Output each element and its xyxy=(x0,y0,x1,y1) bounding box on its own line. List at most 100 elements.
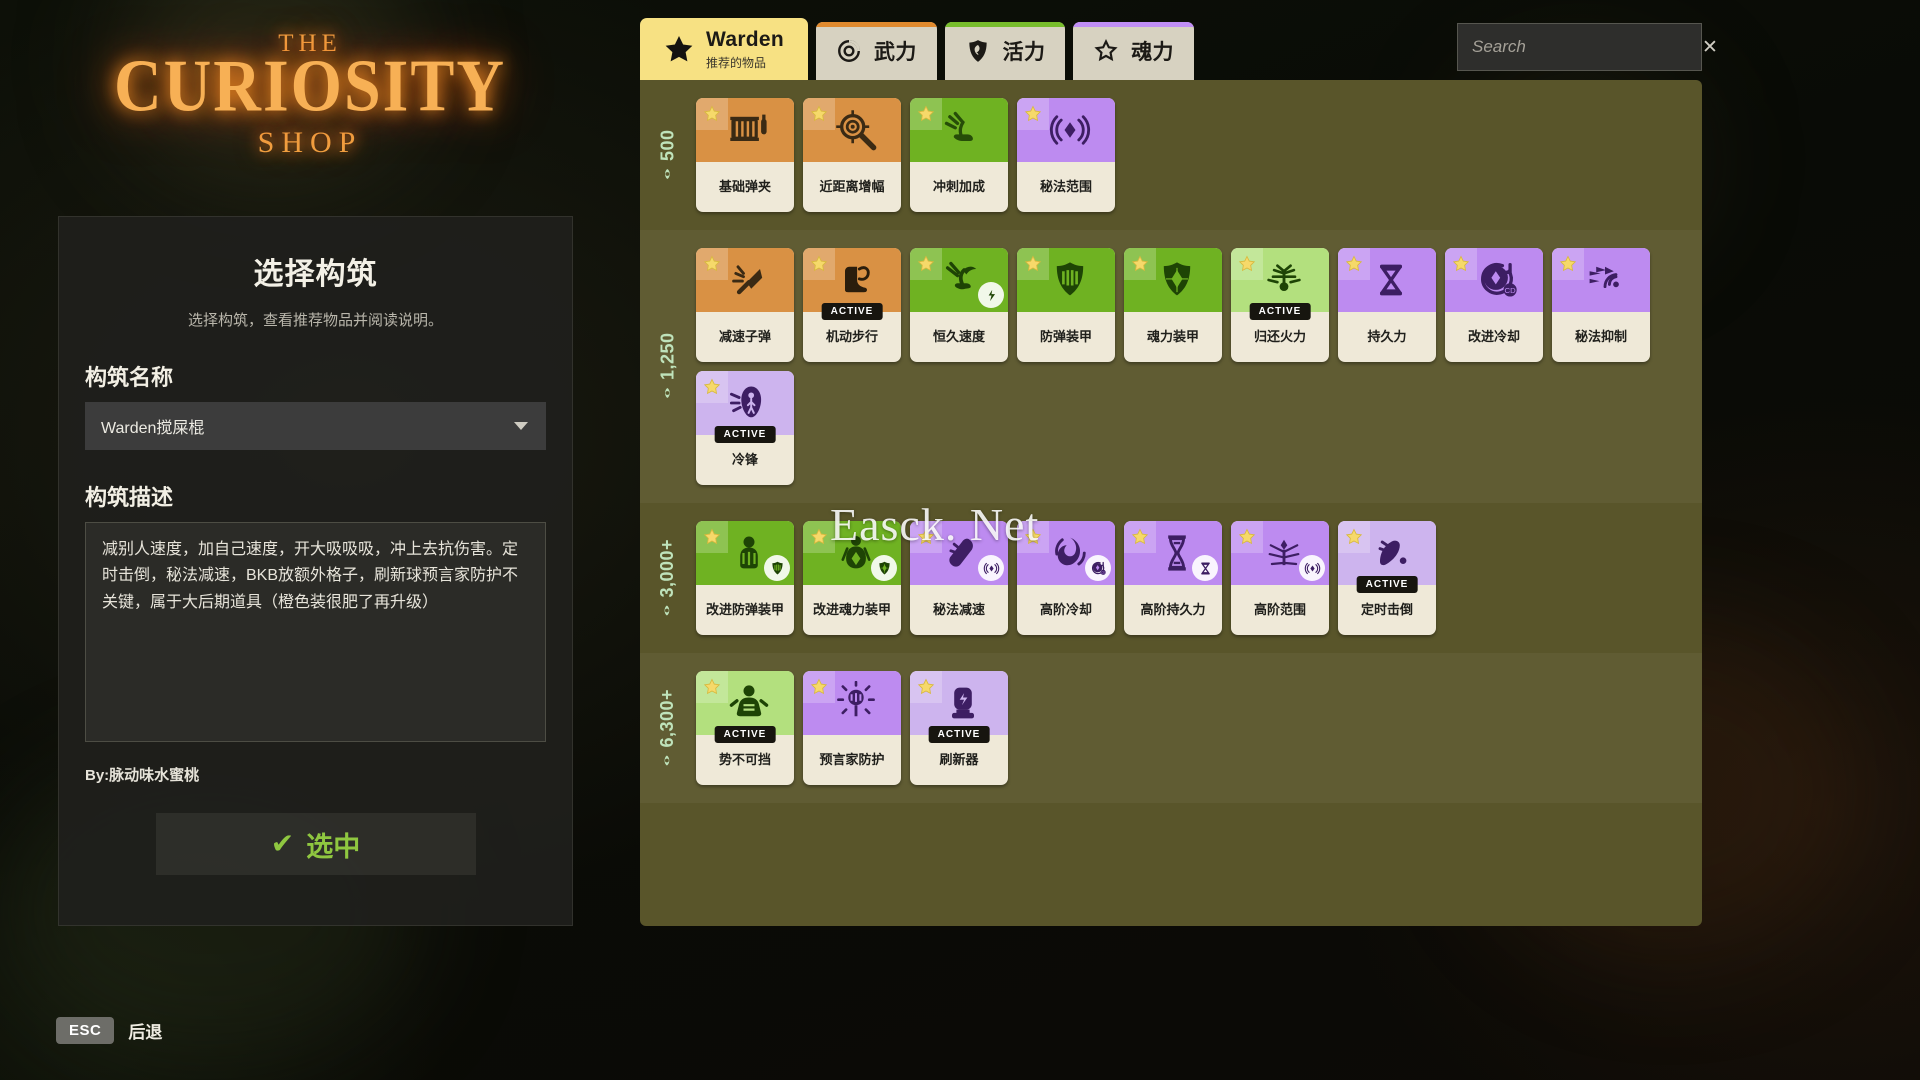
item-card[interactable]: ACTIVE 归还火力 xyxy=(1231,248,1329,362)
item-artwork: ACTIVE xyxy=(803,248,901,320)
item-name: 恒久速度 xyxy=(932,329,985,345)
tab-text: 武力 xyxy=(874,36,917,66)
item-artwork: ACTIVE xyxy=(910,671,1008,743)
item-artwork: ACTIVE xyxy=(1338,521,1436,593)
active-badge: ACTIVE xyxy=(821,303,883,320)
item-artwork xyxy=(1124,248,1222,312)
back-shortcut[interactable]: ESC 后退 xyxy=(56,1017,162,1044)
recommended-star-icon xyxy=(910,98,942,130)
item-card[interactable]: 改进魂力装甲 xyxy=(803,521,901,635)
knockdown-icon xyxy=(1369,531,1413,575)
item-name: 改进魂力装甲 xyxy=(812,602,891,618)
item-card[interactable]: CD 改进冷却 xyxy=(1445,248,1543,362)
item-artwork xyxy=(803,521,901,585)
item-card[interactable]: 近距离增幅 xyxy=(803,98,901,212)
item-card[interactable]: 秘法抑制 xyxy=(1552,248,1650,362)
active-badge: ACTIVE xyxy=(928,726,990,743)
item-card[interactable]: 秘法减速 xyxy=(910,521,1008,635)
tier-price-label: 6,300+ xyxy=(640,653,696,803)
recommended-star-icon xyxy=(803,671,835,703)
item-card[interactable]: 魂力装甲 xyxy=(1124,248,1222,362)
recommended-star-icon xyxy=(696,98,728,130)
item-card[interactable]: 持久力 xyxy=(1338,248,1436,362)
item-card[interactable]: 改进防弹装甲 xyxy=(696,521,794,635)
spirit-armor-icon-badge xyxy=(871,555,897,581)
active-badge: ACTIVE xyxy=(714,726,776,743)
spirit-armor-icon xyxy=(1155,258,1199,302)
item-name: 基础弹夹 xyxy=(718,179,771,195)
item-card[interactable]: 减速子弹 xyxy=(696,248,794,362)
recommended-star-icon xyxy=(1017,521,1049,553)
close-icon[interactable]: ✕ xyxy=(1696,36,1718,59)
recommended-star-icon xyxy=(696,671,728,703)
item-card[interactable]: 防弹装甲 xyxy=(1017,248,1115,362)
item-name: 冲刺加成 xyxy=(932,179,985,195)
search-input[interactable] xyxy=(1472,37,1696,57)
arcane-suppress-icon xyxy=(1583,258,1627,302)
tab-accent-bar xyxy=(816,22,937,27)
check-icon: ✔ xyxy=(270,828,295,859)
vitality-shield-icon xyxy=(965,38,991,64)
recommended-star-icon xyxy=(910,671,942,703)
recommended-star-icon xyxy=(1017,248,1049,280)
item-artwork xyxy=(1338,248,1436,312)
item-card[interactable]: CD 高阶冷却 xyxy=(1017,521,1115,635)
item-name: 高阶冷却 xyxy=(1039,602,1092,618)
item-artwork: ACTIVE xyxy=(1231,248,1329,320)
item-card[interactable]: 基础弹夹 xyxy=(696,98,794,212)
search-box[interactable]: ✕ xyxy=(1457,23,1718,71)
item-artwork xyxy=(1231,521,1329,585)
tier-price-label: 500 xyxy=(640,80,696,230)
recommended-star-icon xyxy=(803,98,835,130)
tab-category-1[interactable]: 武力 xyxy=(816,22,937,80)
cooldown-icon: CD xyxy=(1476,258,1520,302)
cooldown-icon-badge: CD xyxy=(1085,555,1111,581)
select-build-button[interactable]: ✔ 选中 xyxy=(155,813,476,875)
item-card[interactable]: ACTIVE 冷锋 xyxy=(696,371,794,485)
tab-category-2[interactable]: 活力 xyxy=(944,22,1066,80)
item-card[interactable]: 预言家防护 xyxy=(803,671,901,785)
recommended-star-icon xyxy=(1445,248,1477,280)
cold-front-icon xyxy=(727,381,771,425)
item-artwork xyxy=(910,248,1008,312)
recommended-star-icon xyxy=(1338,521,1370,553)
item-card[interactable]: 秘法范围 xyxy=(1017,98,1115,212)
tier-card-list: 改进防弹装甲 改进魂力装甲 秘法减速 CD 高阶冷却 高阶持久力 高阶范围 ACTIVE 定时击… xyxy=(696,503,1702,653)
tab-category-3[interactable]: 魂力 xyxy=(1073,22,1194,80)
ammo-clip-icon xyxy=(727,108,771,152)
item-card[interactable]: ACTIVE 刷新器 xyxy=(910,671,1008,785)
tier-price-label: 3,000+ xyxy=(640,503,696,653)
hourglass-icon-badge xyxy=(1192,555,1218,581)
tier-row: 3,000+ 改进防弹装甲 改进魂力装甲 秘法减速 CD 高阶冷却 高阶持久力 高阶范围 ACT… xyxy=(640,503,1702,653)
refresher-icon xyxy=(941,681,985,725)
panel-subtitle: 选择构筑，查看推荐物品并阅读说明。 xyxy=(187,312,443,329)
tab-label: Warden xyxy=(706,27,785,51)
item-card[interactable]: 高阶持久力 xyxy=(1124,521,1222,635)
tab-warden[interactable]: Warden 推荐的物品 xyxy=(640,18,809,80)
arcane-range-icon xyxy=(1048,108,1092,152)
item-name: 魂力装甲 xyxy=(1146,329,1199,345)
sprint-boot-icon xyxy=(941,108,985,152)
item-card[interactable]: 高阶范围 xyxy=(1231,521,1329,635)
recommended-star-icon xyxy=(1231,248,1263,280)
build-description-textarea[interactable]: 减别人速度，加自己速度，开大吸吸吸，冲上去抗伤害。定时击倒，秘法减速，BKB放额… xyxy=(85,522,546,742)
item-artwork xyxy=(696,248,794,312)
tab-label: 魂力 xyxy=(1131,41,1174,64)
recommended-star-icon xyxy=(1124,521,1156,553)
item-card[interactable]: ACTIVE 势不可挡 xyxy=(696,671,794,785)
item-card[interactable]: ACTIVE 定时击倒 xyxy=(1338,521,1436,635)
unstoppable-icon xyxy=(727,681,771,725)
arcane-range-icon-badge xyxy=(1299,555,1325,581)
build-name-dropdown[interactable]: Warden搅屎棍 xyxy=(85,402,546,450)
item-artwork: ACTIVE xyxy=(696,371,794,443)
item-card[interactable]: ACTIVE 机动步行 xyxy=(803,248,901,362)
recommended-star-icon xyxy=(910,521,942,553)
item-card[interactable]: 恒久速度 xyxy=(910,248,1008,362)
item-card[interactable]: 冲刺加成 xyxy=(910,98,1008,212)
item-name: 高阶范围 xyxy=(1253,602,1306,618)
tier-row: 1,250 减速子弹 ACTIVE 机动步行 恒久速度 防弹装甲 魂力装甲 ACTIVE 归还火… xyxy=(640,230,1702,503)
star-icon xyxy=(664,34,694,64)
tier-price-text: 500 xyxy=(657,129,678,181)
item-name: 秘法范围 xyxy=(1039,179,1092,195)
arcane-range-icon-badge xyxy=(978,555,1004,581)
